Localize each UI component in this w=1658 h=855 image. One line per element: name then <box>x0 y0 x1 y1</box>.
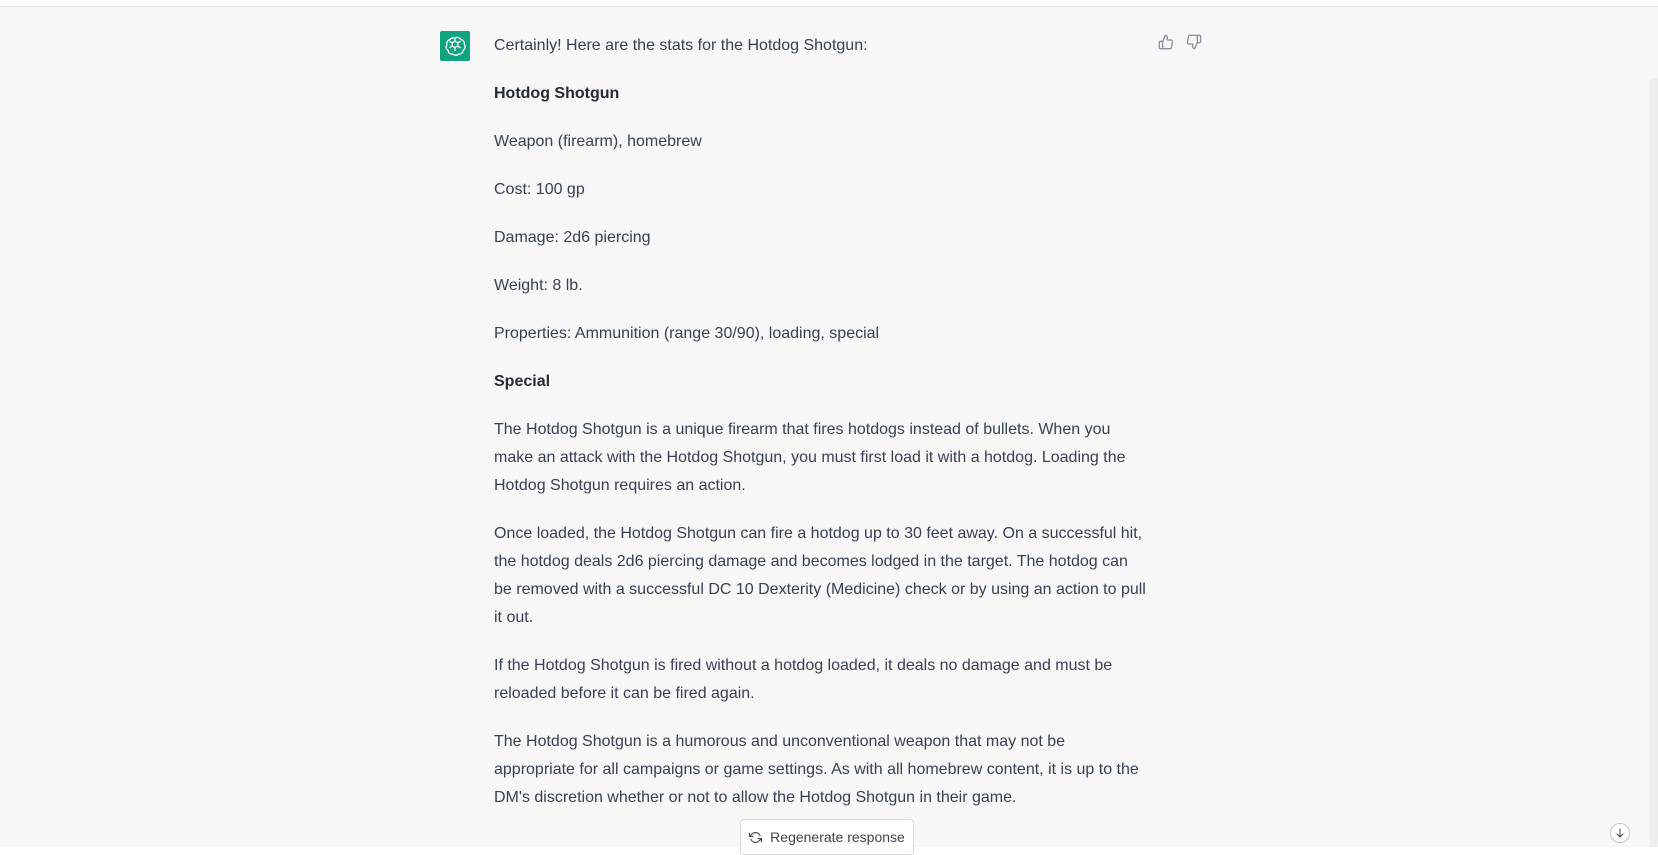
thumbs-up-button[interactable] <box>1158 34 1174 50</box>
top-divider <box>0 0 1658 7</box>
scrollbar-thumb[interactable] <box>1650 78 1658 847</box>
arrow-down-icon <box>1616 828 1624 838</box>
refresh-icon <box>749 832 763 843</box>
regenerate-label: Regenerate response <box>770 829 905 845</box>
paragraph: The Hotdog Shotgun is a humorous and unc… <box>494 733 1139 806</box>
item-type: Weapon (firearm), homebrew <box>494 133 702 150</box>
item-heading: Hotdog Shotgun <box>494 85 620 102</box>
item-weight: Weight: 8 lb. <box>494 277 583 294</box>
paragraph: The Hotdog Shotgun is a unique firearm t… <box>494 421 1126 494</box>
item-damage: Damage: 2d6 piercing <box>494 229 651 246</box>
scroll-to-bottom-button[interactable] <box>1610 823 1630 843</box>
paragraph: Once loaded, the Hotdog Shotgun can fire… <box>494 525 1146 626</box>
thumbs-down-button[interactable] <box>1186 34 1202 50</box>
item-properties: Properties: Ammunition (range 30/90), lo… <box>494 325 880 342</box>
assistant-avatar <box>440 31 470 61</box>
message-content: Certainly! Here are the stats for the Ho… <box>494 32 1150 832</box>
paragraph: If the Hotdog Shotgun is fired without a… <box>494 657 1113 702</box>
feedback-buttons <box>1158 34 1202 50</box>
item-cost: Cost: 100 gp <box>494 181 585 198</box>
thumbs-down-icon <box>1186 34 1202 50</box>
response-intro: Certainly! Here are the stats for the Ho… <box>494 37 868 54</box>
regenerate-response-button[interactable]: Regenerate response <box>740 819 914 855</box>
thumbs-up-icon <box>1158 34 1174 50</box>
special-heading: Special <box>494 373 551 390</box>
openai-logo-icon <box>445 36 466 56</box>
